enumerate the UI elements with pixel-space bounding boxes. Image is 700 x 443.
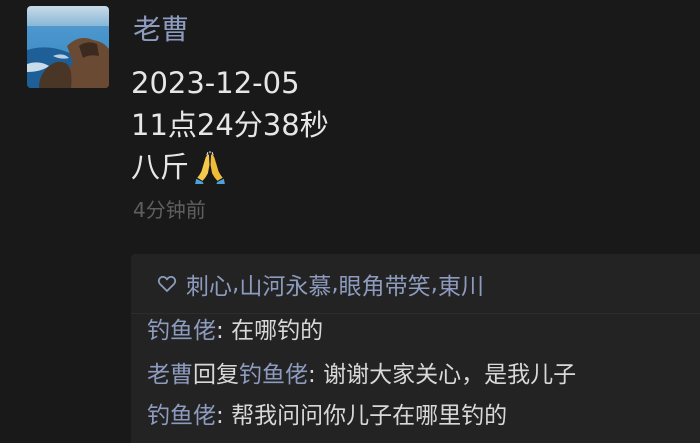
comment-text: 谢谢大家关心，是我儿子 [323, 362, 577, 388]
heart-outline-icon [157, 274, 177, 294]
comment-separator: : [216, 403, 232, 429]
comment-reply-word: 回复 [193, 362, 239, 388]
comment-reply-target[interactable]: 钓鱼佬 [239, 362, 308, 388]
like-separator: , [232, 271, 240, 297]
post-weight-line: 八斤 [131, 146, 329, 188]
post-weight-text: 八斤 [131, 150, 190, 184]
comment-item[interactable]: 老曹回复钓鱼佬: 谢谢大家关心，是我儿子 [147, 358, 576, 392]
avatar-seascape-image [27, 6, 109, 88]
post-content: 2023-12-05 11点24分38秒 八斤 [131, 62, 329, 188]
post-time-ago: 4分钟前 [133, 198, 206, 222]
comment-separator: : [216, 318, 232, 344]
like-separator: , [331, 271, 339, 297]
like-name[interactable]: 刺心 [186, 267, 232, 301]
comment-author[interactable]: 钓鱼佬 [147, 403, 216, 429]
comment-author[interactable]: 老曹 [147, 362, 193, 388]
like-name[interactable]: 東川 [438, 267, 484, 301]
post-time-line: 11点24分38秒 [131, 108, 329, 142]
like-name[interactable]: 眼角带笑 [339, 267, 431, 301]
avatar[interactable] [27, 6, 109, 88]
post-date-line: 2023-12-05 [131, 66, 300, 100]
like-separator: , [430, 271, 438, 297]
like-name[interactable]: 山河永慕 [239, 267, 331, 301]
post-author-name[interactable]: 老曹 [133, 12, 189, 48]
comment-text: 帮我问问你儿子在哪里钓的 [231, 403, 508, 429]
comment-author[interactable]: 钓鱼佬 [147, 318, 216, 344]
comment-item[interactable]: 钓鱼佬: 帮我问问你儿子在哪里钓的 [147, 399, 507, 433]
likes-row: 刺心, 山河永慕, 眼角带笑, 東川 [157, 266, 484, 302]
folded-hands-emoji-icon [193, 150, 227, 184]
comment-text: 在哪钓的 [231, 318, 324, 344]
comment-separator: : [308, 362, 324, 388]
comment-item[interactable]: 钓鱼佬: 在哪钓的 [147, 314, 323, 348]
comments-panel: 刺心, 山河永慕, 眼角带笑, 東川 钓鱼佬: 在哪钓的 老曹回复钓鱼佬: 谢谢… [131, 254, 700, 443]
